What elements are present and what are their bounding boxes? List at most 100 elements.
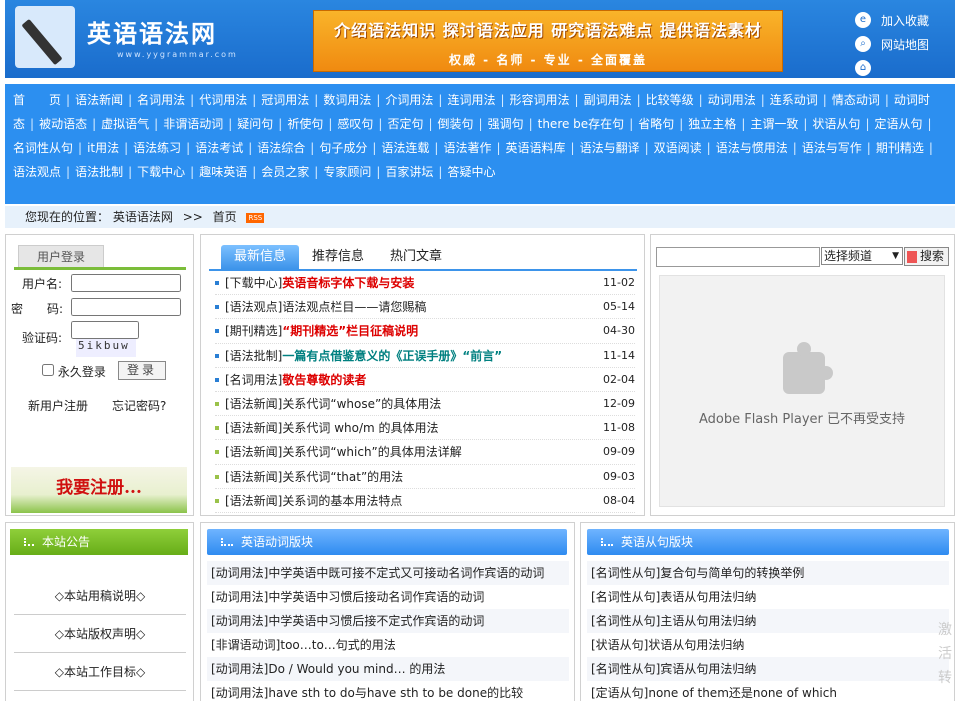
nav-item[interactable]: 百家讲坛: [385, 165, 433, 179]
channel-select[interactable]: 选择频道 ▼: [821, 247, 903, 265]
list-item[interactable]: [名词性从句]表语从句用法归纳: [587, 585, 949, 609]
nav-item[interactable]: 语法练习: [133, 141, 181, 155]
news-category[interactable]: [语法新闻]: [225, 470, 282, 484]
list-item[interactable]: [动词用法]中学英语中习惯后接动名词作宾语的动词: [207, 585, 569, 609]
list-item[interactable]: [非谓语动词]too…to…句式的用法: [207, 633, 569, 657]
list-item[interactable]: [定语从句]none of them还是none of which: [587, 681, 949, 701]
nav-item[interactable]: 名词性从句: [13, 141, 73, 155]
news-category[interactable]: [名词用法]: [225, 373, 282, 387]
nav-item[interactable]: 语法观点: [13, 165, 61, 179]
news-item[interactable]: [下载中心]英语音标字体下载与安装 11-02: [215, 271, 635, 296]
nav-item[interactable]: 语法连载: [381, 141, 429, 155]
nav-item[interactable]: it用法: [87, 141, 119, 155]
password-input[interactable]: [71, 298, 181, 316]
nav-item[interactable]: 首 页: [13, 93, 61, 107]
news-title[interactable]: 关系词的基本用法特点: [282, 494, 402, 508]
nav-item[interactable]: 双语阅读: [654, 141, 702, 155]
news-item[interactable]: [语法新闻]关系代词“which”的具体用法详解 09-09: [215, 440, 635, 465]
list-item[interactable]: [名词性从句]宾语从句用法归纳: [587, 657, 949, 681]
search-button[interactable]: 搜索: [904, 247, 949, 266]
nav-item[interactable]: 定语从句: [874, 117, 922, 131]
login-tab[interactable]: 用户登录: [18, 245, 104, 267]
news-title[interactable]: 关系代词“whose”的具体用法: [282, 397, 441, 411]
nav-item[interactable]: 主谓一致: [750, 117, 798, 131]
register-banner[interactable]: 我要注册...: [11, 467, 187, 513]
site-name[interactable]: 英语语法网: [87, 14, 217, 49]
nav-item[interactable]: 期刊精选: [876, 141, 924, 155]
nav-item[interactable]: 强调句: [488, 117, 524, 131]
nav-item[interactable]: 否定句: [387, 117, 423, 131]
nav-item[interactable]: 祈使句: [287, 117, 323, 131]
captcha-input[interactable]: [71, 321, 139, 339]
nav-item[interactable]: 形容词用法: [510, 93, 570, 107]
list-item[interactable]: [动词用法]Do / Would you mind… 的用法: [207, 657, 569, 681]
nav-item[interactable]: 状语从句: [812, 117, 860, 131]
site-map-link[interactable]: ⌕ 网站地图: [855, 32, 929, 56]
forgot-password-link[interactable]: 忘记密码?: [112, 397, 166, 414]
nav-item[interactable]: 专家顾问: [323, 165, 371, 179]
news-title[interactable]: 敬告尊敬的读者: [282, 373, 366, 387]
news-item[interactable]: [期刊精选]“期刊精选”栏目征稿说明 04-30: [215, 319, 635, 344]
news-title[interactable]: “期刊精选”栏目征稿说明: [282, 324, 418, 338]
news-category[interactable]: [语法批制]: [225, 349, 282, 363]
tab-recommended[interactable]: 推荐信息: [299, 245, 377, 269]
captcha-image[interactable]: 5ikbuw: [76, 339, 136, 357]
news-title[interactable]: 关系代词 who/m 的具体用法: [282, 421, 438, 435]
nav-item[interactable]: 语法著作: [443, 141, 491, 155]
news-title[interactable]: 一篇有点借鉴意义的《正误手册》“前言”: [282, 349, 502, 363]
add-favorite-link[interactable]: e 加入收藏: [855, 8, 929, 32]
logo-pen-icon[interactable]: [15, 6, 75, 68]
breadcrumb-site[interactable]: 英语语法网: [113, 210, 173, 224]
news-item[interactable]: [语法批制]一篇有点借鉴意义的《正误手册》“前言” 11-14: [215, 344, 635, 368]
nav-item[interactable]: 省略句: [638, 117, 674, 131]
tab-popular[interactable]: 热门文章: [377, 245, 455, 269]
remember-checkbox-row[interactable]: 永久登录: [42, 363, 106, 380]
news-item[interactable]: [语法观点]语法观点栏目——请您赐稿 05-14: [215, 295, 635, 320]
nav-item[interactable]: 答疑中心: [447, 165, 495, 179]
nav-item[interactable]: 语法与翻译: [580, 141, 640, 155]
nav-item[interactable]: 会员之家: [261, 165, 309, 179]
list-item[interactable]: [名词性从句]复合句与简单句的转换举例: [587, 561, 949, 585]
news-item[interactable]: [语法新闻]关系词的基本用法特点 08-04: [215, 489, 635, 513]
nav-item[interactable]: 名词用法: [137, 93, 185, 107]
nav-item[interactable]: 数词用法: [323, 93, 371, 107]
nav-item[interactable]: 非谓语动词: [163, 117, 223, 131]
nav-item[interactable]: 语法综合: [257, 141, 305, 155]
nav-item[interactable]: 语法新闻: [75, 93, 123, 107]
list-item[interactable]: [状语从句]状语从句用法归纳: [587, 633, 949, 657]
nav-item[interactable]: 语法考试: [195, 141, 243, 155]
nav-item[interactable]: 虚拟语气: [101, 117, 149, 131]
nav-item[interactable]: 句子成分: [319, 141, 367, 155]
news-category[interactable]: [期刊精选]: [225, 324, 282, 338]
nav-item[interactable]: 连词用法: [447, 93, 495, 107]
news-item[interactable]: [语法新闻]关系代词“that”的用法 09-03: [215, 465, 635, 489]
nav-item[interactable]: 介词用法: [385, 93, 433, 107]
notice-item[interactable]: ◇本站版权声明◇: [14, 615, 186, 653]
nav-item[interactable]: 情态动词: [832, 93, 880, 107]
register-link[interactable]: 新用户注册: [28, 397, 88, 414]
news-category[interactable]: [语法新闻]: [225, 397, 282, 411]
news-category[interactable]: [语法新闻]: [225, 421, 282, 435]
news-title[interactable]: 语法观点栏目——请您赐稿: [282, 300, 426, 314]
news-category[interactable]: [语法观点]: [225, 300, 282, 314]
notice-item[interactable]: ◇本站工作目标◇: [14, 653, 186, 691]
rss-icon[interactable]: RSS: [246, 212, 265, 223]
nav-item[interactable]: 倒装句: [438, 117, 474, 131]
remember-checkbox[interactable]: [42, 364, 54, 376]
nav-item[interactable]: 下载中心: [137, 165, 185, 179]
list-item[interactable]: [名词性从句]主语从句用法归纳: [587, 609, 949, 633]
nav-item[interactable]: 冠词用法: [261, 93, 309, 107]
list-item[interactable]: [动词用法]have sth to do与have sth to be done…: [207, 681, 569, 701]
news-title[interactable]: 关系代词“which”的具体用法详解: [282, 445, 461, 459]
nav-item[interactable]: 趣味英语: [199, 165, 247, 179]
nav-item[interactable]: 副词用法: [584, 93, 632, 107]
notice-item[interactable]: ◇本站用稿说明◇: [14, 577, 186, 615]
nav-item[interactable]: 语法与写作: [802, 141, 862, 155]
nav-item[interactable]: 独立主格: [688, 117, 736, 131]
nav-item[interactable]: 连系动词: [770, 93, 818, 107]
news-title[interactable]: 关系代词“that”的用法: [282, 470, 403, 484]
login-button[interactable]: 登录: [118, 361, 166, 380]
nav-item[interactable]: 比较等级: [646, 93, 694, 107]
nav-item[interactable]: 语法批制: [75, 165, 123, 179]
nav-item[interactable]: 动词用法: [708, 93, 756, 107]
